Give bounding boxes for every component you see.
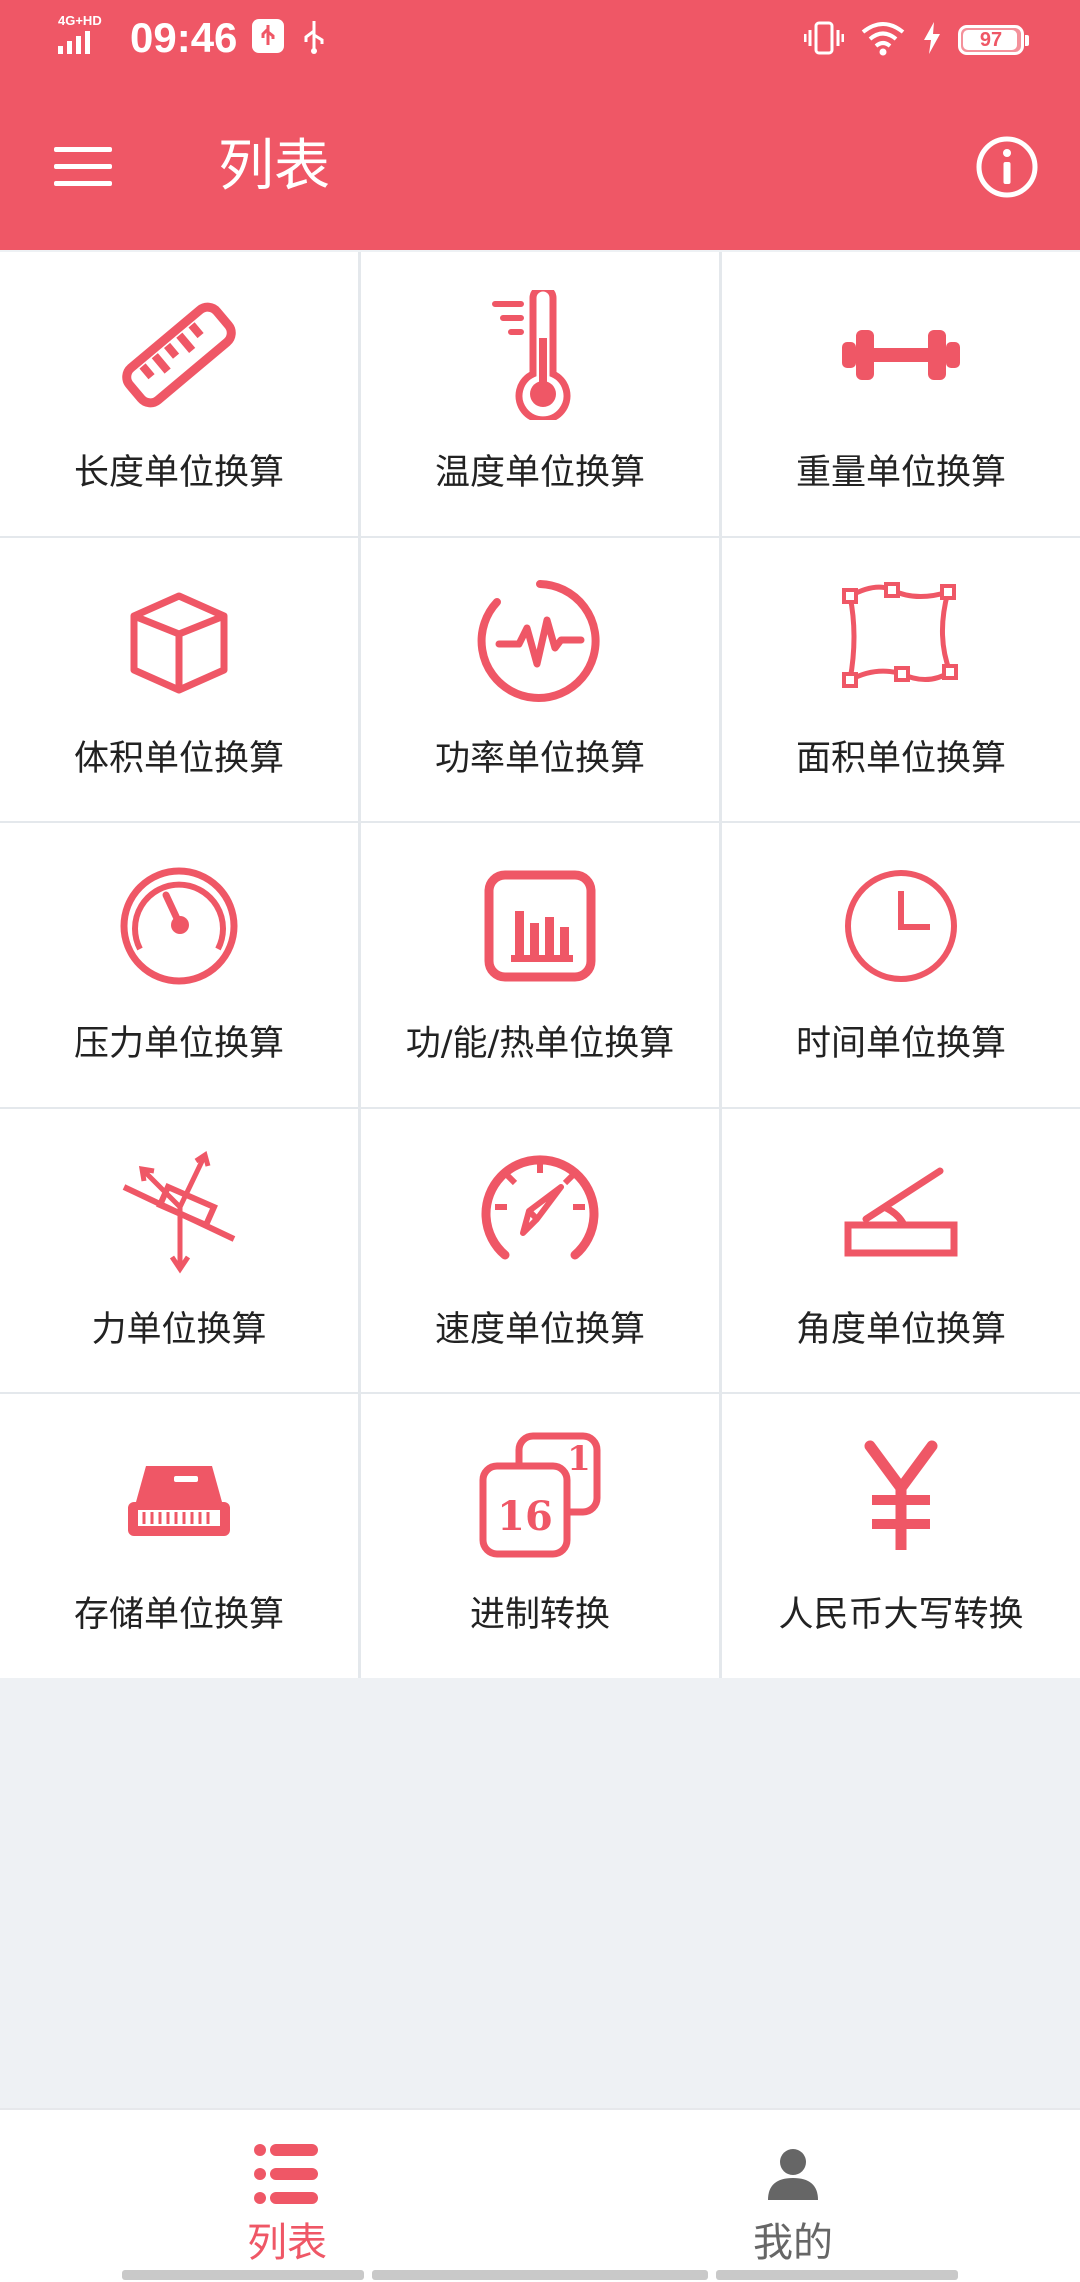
network-type: 4G+HD (58, 14, 102, 28)
grid-item-label: 功/能/热单位换算 (405, 1024, 675, 1065)
pressure-gauge-icon (114, 861, 244, 991)
list-icon (247, 2134, 327, 2214)
charging-icon (922, 21, 942, 59)
grid-item-label: 存储单位换算 (73, 1595, 284, 1636)
grid-item-label: 速度单位换算 (434, 1309, 645, 1350)
grid-item-angle[interactable]: 角度单位换算 (722, 1108, 1080, 1393)
power-pulse-icon (475, 576, 605, 706)
number-base-small: 1 (567, 1439, 591, 1479)
tab-label: 列表 (247, 2220, 327, 2266)
yuan-icon (836, 1432, 966, 1562)
tab-label: 我的 (753, 2220, 833, 2266)
vibrate-icon (803, 20, 845, 60)
number-base-icon: 16 1 (475, 1432, 605, 1562)
tab-list[interactable]: 列表 (17, 2110, 557, 2282)
grid-item-label: 时间单位换算 (795, 1024, 1006, 1065)
usb-settings-icon (251, 18, 285, 58)
dumbbell-icon (836, 290, 966, 420)
grid-item-label: 角度单位换算 (795, 1309, 1006, 1350)
cube-icon (114, 576, 244, 706)
grid-item-speed[interactable]: 速度单位换算 (361, 1108, 719, 1393)
force-vector-icon (114, 1147, 244, 1277)
area-polygon-icon (836, 576, 966, 706)
system-nav-segment (372, 2270, 708, 2280)
grid-item-force[interactable]: 力单位换算 (0, 1108, 358, 1393)
converter-grid: 长度单位换算 温度单位换算 重量单位换算 体积单位换算 功率单位换算 面积单位换… (0, 252, 1080, 1678)
grid-item-label: 功率单位换算 (434, 738, 645, 779)
grid-item-area[interactable]: 面积单位换算 (722, 537, 1080, 822)
grid-item-weight[interactable]: 重量单位换算 (722, 252, 1080, 536)
status-bar: 4G+HD 09:46 97 (0, 0, 1080, 84)
storage-drive-icon (114, 1432, 244, 1562)
grid-item-storage[interactable]: 存储单位换算 (0, 1394, 358, 1678)
status-time: 09:46 (130, 14, 238, 61)
system-nav-segment (716, 2270, 958, 2280)
thermometer-icon (475, 290, 605, 420)
angle-icon (836, 1147, 966, 1277)
info-icon (976, 136, 1038, 198)
grid-item-label: 重量单位换算 (795, 453, 1006, 493)
grid-item-label: 压力单位换算 (73, 1024, 284, 1065)
grid-item-rmb[interactable]: 人民币大写转换 (722, 1394, 1080, 1678)
grid-item-power[interactable]: 功率单位换算 (361, 537, 719, 822)
grid-item-energy[interactable]: 功/能/热单位换算 (361, 823, 719, 1107)
grid-item-pressure[interactable]: 压力单位换算 (0, 823, 358, 1107)
wifi-icon (860, 20, 906, 60)
grid-item-label: 力单位换算 (91, 1309, 267, 1350)
grid-item-number-base[interactable]: 16 1 进制转换 (361, 1394, 719, 1678)
battery-icon: 97 (958, 25, 1029, 55)
app-bar: 4G+HD 09:46 97 列表 (0, 0, 1080, 250)
usb-icon (299, 17, 329, 59)
menu-icon (54, 147, 112, 186)
grid-item-label: 长度单位换算 (73, 453, 284, 493)
grid-item-temperature[interactable]: 温度单位换算 (361, 252, 719, 536)
system-nav-segment (122, 2270, 364, 2280)
grid-item-label: 进制转换 (469, 1595, 610, 1636)
grid-item-label: 人民币大写转换 (778, 1595, 1024, 1636)
toolbar: 列表 (0, 84, 1080, 250)
grid-item-length[interactable]: 长度单位换算 (0, 252, 358, 536)
speedometer-icon (475, 1147, 605, 1277)
clock-icon (836, 861, 966, 991)
number-base-big: 16 (497, 1493, 553, 1540)
grid-item-label: 体积单位换算 (73, 738, 284, 779)
bar-chart-icon (475, 861, 605, 991)
page-title: 列表 (218, 134, 330, 199)
bottom-nav: 列表 我的 (0, 2108, 1080, 2282)
signal-icon: 4G+HD (56, 13, 116, 62)
grid-item-label: 面积单位换算 (795, 738, 1006, 779)
info-button[interactable] (962, 122, 1052, 212)
grid-item-volume[interactable]: 体积单位换算 (0, 537, 358, 822)
grid-item-label: 温度单位换算 (434, 453, 645, 493)
battery-level: 97 (979, 28, 1003, 51)
person-icon (753, 2134, 833, 2214)
tab-mine[interactable]: 我的 (523, 2110, 1063, 2282)
menu-button[interactable] (40, 124, 126, 210)
ruler-icon (114, 290, 244, 420)
grid-item-time[interactable]: 时间单位换算 (722, 823, 1080, 1107)
